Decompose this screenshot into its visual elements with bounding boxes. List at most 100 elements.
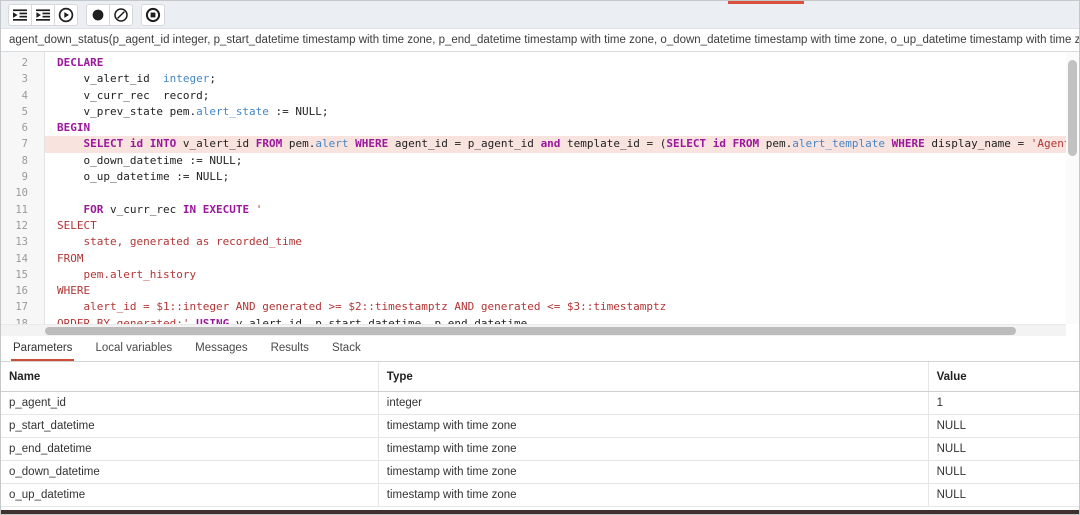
- table-cell: o_up_datetime: [1, 484, 378, 507]
- code-line-15[interactable]: 15 pem.alert_history: [1, 267, 1066, 283]
- table-cell: p_end_datetime: [1, 438, 378, 461]
- stop-icon: [145, 7, 161, 23]
- line-number[interactable]: 6: [1, 120, 45, 136]
- code-line-8[interactable]: 8 o_down_datetime := NULL;: [1, 153, 1066, 169]
- code-text: FROM: [45, 251, 1066, 267]
- tab-stack[interactable]: Stack: [330, 342, 363, 361]
- code-text: o_down_datetime := NULL;: [45, 153, 1066, 169]
- step-into-button[interactable]: [8, 4, 32, 26]
- code-line-2[interactable]: 2DECLARE: [1, 55, 1066, 71]
- code-text: v_curr_rec record;: [45, 88, 1066, 104]
- column-header-type[interactable]: Type: [378, 362, 928, 392]
- tab-messages[interactable]: Messages: [193, 342, 249, 361]
- table-cell: NULL: [928, 461, 1079, 484]
- line-number[interactable]: 15: [1, 267, 45, 283]
- parameters-panel: Name Type Value p_agent_idinteger1p_star…: [1, 362, 1079, 510]
- clear-all-breakpoints-button[interactable]: [109, 4, 133, 26]
- stop-button[interactable]: [141, 4, 165, 26]
- code-text: v_prev_state pem.alert_state := NULL;: [45, 104, 1066, 120]
- function-signature-bar: agent_down_status(p_agent_id integer, p_…: [1, 29, 1079, 52]
- code-line-16[interactable]: 16WHERE: [1, 283, 1066, 299]
- code-line-5[interactable]: 5 v_prev_state pem.alert_state := NULL;: [1, 104, 1066, 120]
- toggle-breakpoint-button[interactable]: [86, 4, 110, 26]
- code-line-7[interactable]: 7 SELECT id INTO v_alert_id FROM pem.ale…: [1, 136, 1066, 152]
- step-into-icon: [13, 9, 27, 21]
- table-cell: timestamp with time zone: [378, 415, 928, 438]
- table-cell: NULL: [928, 415, 1079, 438]
- line-number[interactable]: 5: [1, 104, 45, 120]
- code-text: o_up_datetime := NULL;: [45, 169, 1066, 185]
- table-cell: o_down_datetime: [1, 461, 378, 484]
- params-table-body: p_agent_idinteger1p_start_datetimetimest…: [1, 392, 1079, 507]
- column-header-name[interactable]: Name: [1, 362, 378, 392]
- code-text: state, generated as recorded_time: [45, 234, 1066, 250]
- continue-button[interactable]: [54, 4, 78, 26]
- code-line-17[interactable]: 17 alert_id = $1::integer AND generated …: [1, 299, 1066, 315]
- table-header-row: Name Type Value: [1, 362, 1079, 392]
- step-over-button[interactable]: [31, 4, 55, 26]
- table-row[interactable]: p_end_datetimetimestamp with time zoneNU…: [1, 438, 1079, 461]
- debugger-window: agent_down_status(p_agent_id integer, p_…: [0, 0, 1080, 515]
- table-cell: p_start_datetime: [1, 415, 378, 438]
- code-editor[interactable]: 2DECLARE3 v_alert_id integer;4 v_curr_re…: [1, 52, 1079, 336]
- debugger-tabs: Parameters Local variables Messages Resu…: [1, 336, 1079, 362]
- tab-local-variables[interactable]: Local variables: [93, 342, 174, 361]
- code-line-6[interactable]: 6BEGIN: [1, 120, 1066, 136]
- table-cell: timestamp with time zone: [378, 438, 928, 461]
- top-accent-bar: [728, 1, 804, 4]
- table-cell: timestamp with time zone: [378, 461, 928, 484]
- debugger-toolbar: [1, 1, 1079, 29]
- line-number[interactable]: 16: [1, 283, 45, 299]
- table-cell: NULL: [928, 438, 1079, 461]
- editor-vertical-scrollbar[interactable]: [1068, 60, 1077, 156]
- editor-horizontal-scrollbar-track[interactable]: [1, 324, 1066, 336]
- line-number[interactable]: 12: [1, 218, 45, 234]
- line-number[interactable]: 7: [1, 136, 45, 152]
- line-number[interactable]: 2: [1, 55, 45, 71]
- parameters-table: Name Type Value p_agent_idinteger1p_star…: [1, 362, 1079, 507]
- code-line-14[interactable]: 14FROM: [1, 251, 1066, 267]
- editor-horizontal-scrollbar[interactable]: [45, 327, 1016, 335]
- toggle-breakpoint-icon: [90, 7, 106, 23]
- code-line-12[interactable]: 12SELECT: [1, 218, 1066, 234]
- line-number[interactable]: 4: [1, 88, 45, 104]
- code-text: pem.alert_history: [45, 267, 1066, 283]
- code-line-11[interactable]: 11 FOR v_curr_rec IN EXECUTE ': [1, 202, 1066, 218]
- tab-results[interactable]: Results: [269, 342, 311, 361]
- table-cell: NULL: [928, 484, 1079, 507]
- table-row[interactable]: p_start_datetimetimestamp with time zone…: [1, 415, 1079, 438]
- code-text: BEGIN: [45, 120, 1066, 136]
- code-text: DECLARE: [45, 55, 1066, 71]
- line-number[interactable]: 9: [1, 169, 45, 185]
- code-text: [45, 185, 1066, 201]
- code-line-10[interactable]: 10: [1, 185, 1066, 201]
- code-line-9[interactable]: 9 o_up_datetime := NULL;: [1, 169, 1066, 185]
- code-text: alert_id = $1::integer AND generated >= …: [45, 299, 1066, 315]
- code-line-13[interactable]: 13 state, generated as recorded_time: [1, 234, 1066, 250]
- code-line-4[interactable]: 4 v_curr_rec record;: [1, 88, 1066, 104]
- table-row[interactable]: o_down_datetimetimestamp with time zoneN…: [1, 461, 1079, 484]
- editor-vertical-scrollbar-track[interactable]: [1066, 52, 1079, 324]
- code-lines: 2DECLARE3 v_alert_id integer;4 v_curr_re…: [1, 55, 1066, 332]
- step-over-icon: [36, 9, 50, 21]
- line-number[interactable]: 8: [1, 153, 45, 169]
- column-header-value[interactable]: Value: [928, 362, 1079, 392]
- code-text: SELECT: [45, 218, 1066, 234]
- continue-icon: [58, 7, 74, 23]
- table-cell: timestamp with time zone: [378, 484, 928, 507]
- table-cell: integer: [378, 392, 928, 415]
- table-row[interactable]: o_up_datetimetimestamp with time zoneNUL…: [1, 484, 1079, 507]
- step-button-group: [8, 4, 78, 26]
- table-row[interactable]: p_agent_idinteger1: [1, 392, 1079, 415]
- line-number[interactable]: 17: [1, 299, 45, 315]
- function-signature: agent_down_status(p_agent_id integer, p_…: [9, 34, 1079, 46]
- table-cell: p_agent_id: [1, 392, 378, 415]
- line-number[interactable]: 13: [1, 234, 45, 250]
- line-number[interactable]: 10: [1, 185, 45, 201]
- line-number[interactable]: 3: [1, 71, 45, 87]
- line-number[interactable]: 14: [1, 251, 45, 267]
- code-line-3[interactable]: 3 v_alert_id integer;: [1, 71, 1066, 87]
- tab-parameters[interactable]: Parameters: [11, 342, 74, 361]
- code-text: SELECT id INTO v_alert_id FROM pem.alert…: [45, 136, 1066, 152]
- line-number[interactable]: 11: [1, 202, 45, 218]
